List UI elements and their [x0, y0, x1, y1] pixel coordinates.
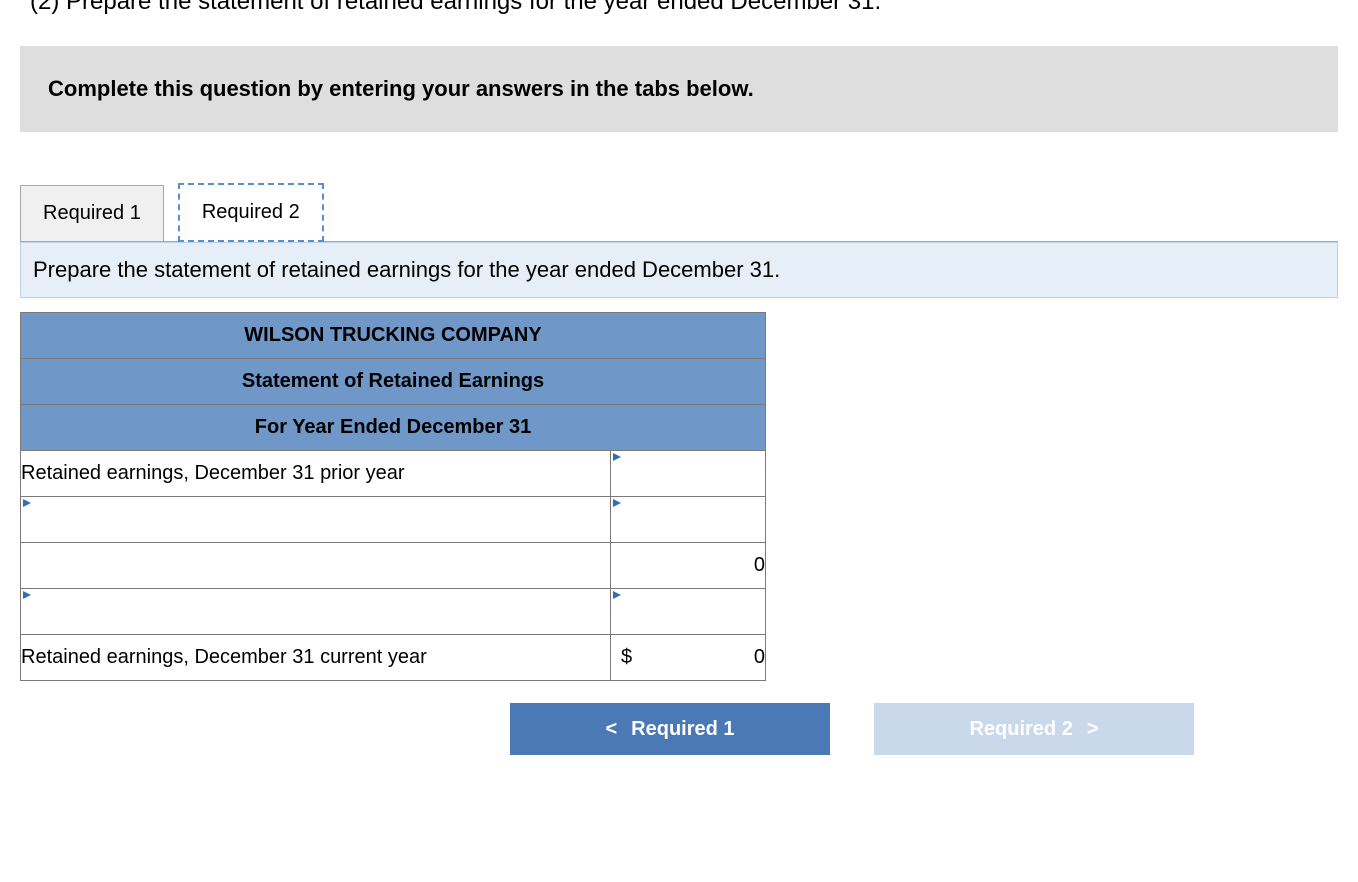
- tabs-row: Required 1 Required 2: [20, 152, 1338, 242]
- instruction-banner: Complete this question by entering your …: [20, 46, 1338, 132]
- prev-button[interactable]: < Required 1: [510, 703, 830, 755]
- row2-label-input[interactable]: [21, 497, 611, 543]
- next-button-label: Required 2: [969, 718, 1072, 741]
- tab-required-1[interactable]: Required 1: [20, 185, 164, 242]
- sheet-header-company: WILSON TRUCKING COMPANY: [21, 313, 766, 359]
- dropdown-triangle-icon: [613, 591, 621, 599]
- chevron-right-icon: >: [1087, 718, 1099, 741]
- row3-value-computed: 0: [611, 543, 766, 589]
- currency-symbol: $: [611, 646, 632, 669]
- row2-value-input[interactable]: [611, 497, 766, 543]
- dropdown-triangle-icon: [23, 591, 31, 599]
- next-button[interactable]: Required 2 >: [874, 703, 1194, 755]
- row1-label: Retained earnings, December 31 prior yea…: [21, 451, 611, 497]
- chevron-left-icon: <: [605, 718, 617, 741]
- row4-value-input[interactable]: [611, 589, 766, 635]
- worksheet-table: WILSON TRUCKING COMPANY Statement of Ret…: [20, 312, 766, 681]
- sheet-header-period: For Year Ended December 31: [21, 405, 766, 451]
- row1-value-input[interactable]: [611, 451, 766, 497]
- dropdown-triangle-icon: [613, 453, 621, 461]
- dropdown-triangle-icon: [23, 499, 31, 507]
- table-row: Retained earnings, December 31 current y…: [21, 635, 766, 681]
- table-row: [21, 589, 766, 635]
- dropdown-triangle-icon: [613, 499, 621, 507]
- prev-button-label: Required 1: [631, 718, 734, 741]
- table-row: Retained earnings, December 31 prior yea…: [21, 451, 766, 497]
- row5-label: Retained earnings, December 31 current y…: [21, 635, 611, 681]
- row3-label: [21, 543, 611, 589]
- question-prompt-partial: (2) Prepare the statement of retained ea…: [20, 0, 1338, 16]
- row4-label-input[interactable]: [21, 589, 611, 635]
- sheet-header-title: Statement of Retained Earnings: [21, 359, 766, 405]
- table-row: 0: [21, 543, 766, 589]
- tab-required-2[interactable]: Required 2: [178, 183, 324, 242]
- row5-value-total: $0: [611, 635, 766, 681]
- table-row: [21, 497, 766, 543]
- nav-row: < Required 1 Required 2 >: [510, 703, 1338, 755]
- tab-subprompt: Prepare the statement of retained earnin…: [20, 242, 1338, 298]
